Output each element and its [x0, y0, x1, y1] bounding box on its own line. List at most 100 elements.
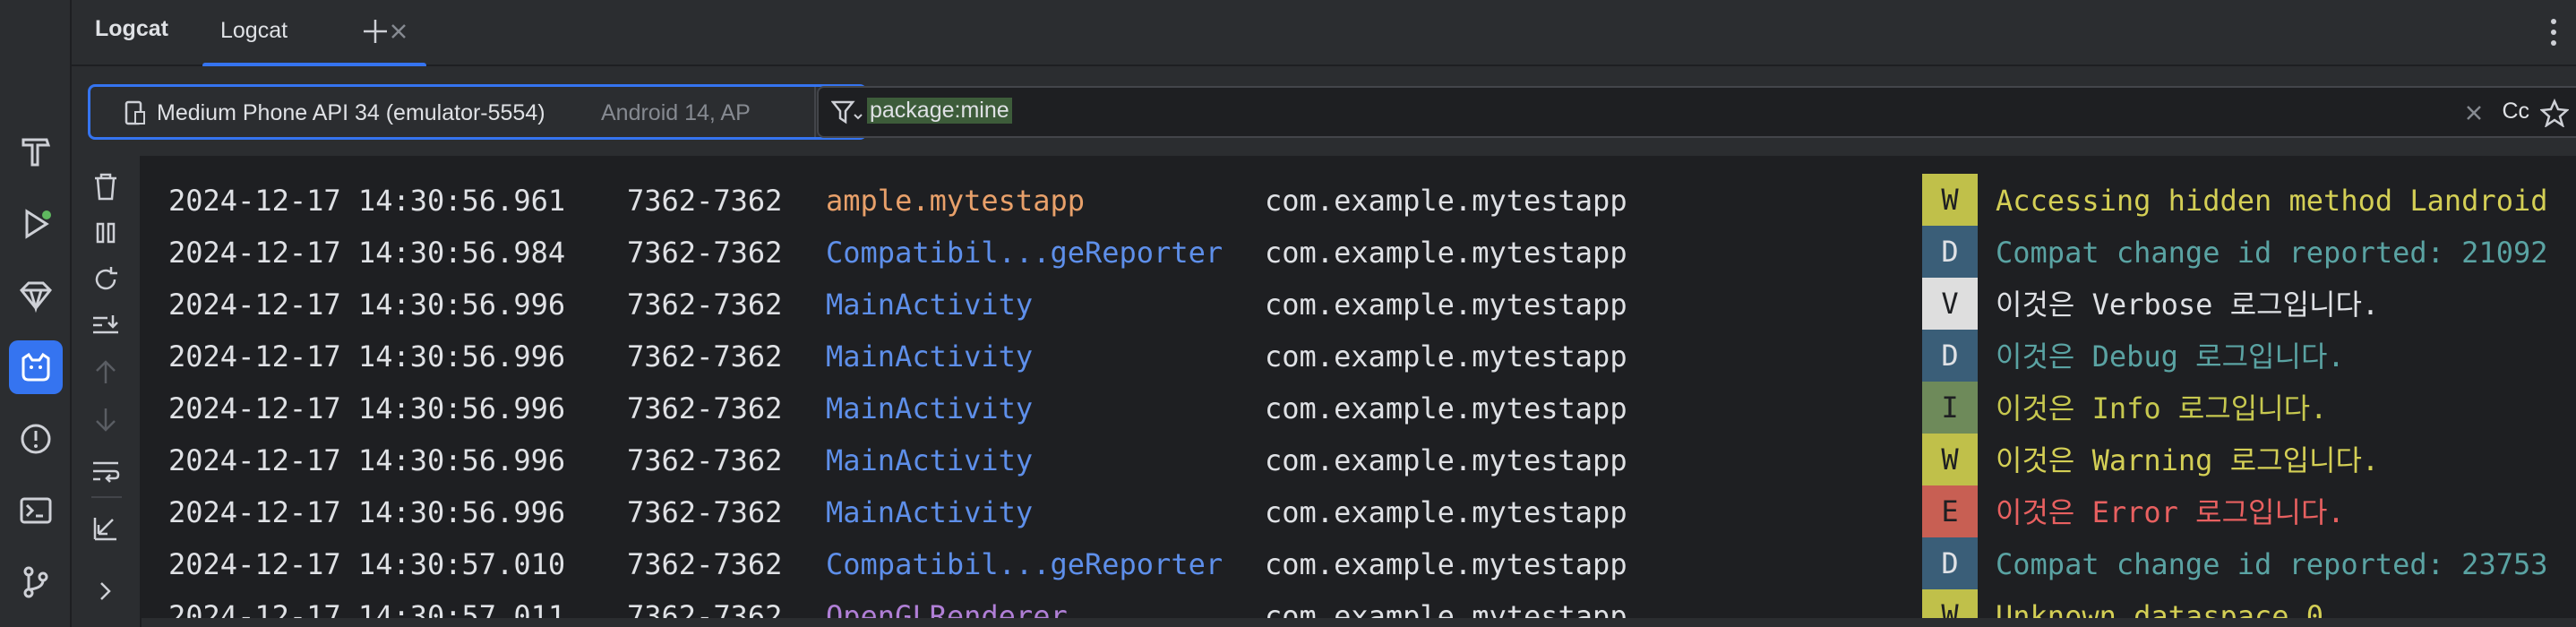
device-selector[interactable]: Medium Phone API 34 (emulator-5554) Andr…: [88, 84, 867, 140]
filter-icon[interactable]: [831, 99, 863, 127]
filter-input[interactable]: package:mine Cc: [817, 86, 2576, 138]
device-icon: [125, 100, 145, 125]
log-row[interactable]: 2024-12-17 14:30:56.996 7362-7362 MainActi…: [142, 485, 2576, 537]
log-tag: Compatibil...geReporter: [826, 236, 1224, 270]
star-icon[interactable]: [2540, 99, 2569, 127]
log-message: 이것은 Verbose 로그입니다.: [1996, 288, 2380, 322]
log-level-badge: D: [1922, 226, 1978, 278]
log-package: com.example.mytestapp: [1265, 599, 1627, 618]
up-arrow-icon[interactable]: [90, 356, 122, 389]
trash-icon[interactable]: [90, 170, 122, 202]
log-date: 2024-12-17 14:30:56.996: [168, 391, 566, 425]
run-icon[interactable]: [9, 197, 63, 251]
clear-icon[interactable]: [2465, 104, 2483, 122]
log-message: 이것은 Info 로그입니다.: [1996, 391, 2328, 425]
log-tag: MainActivity: [826, 495, 1034, 529]
log-tag: MainActivity: [826, 339, 1034, 374]
log-pid: 7362-7362: [627, 236, 783, 270]
log-message: Unknown dataspace 0: [1996, 599, 2324, 618]
log-package: com.example.mytestapp: [1265, 495, 1627, 529]
log-row[interactable]: 2024-12-17 14:30:56.996 7362-7362 MainActi…: [142, 382, 2576, 434]
add-tab-icon[interactable]: [360, 16, 391, 47]
log-message: 이것은 Warning 로그입니다.: [1996, 443, 2380, 477]
gem-icon[interactable]: [9, 269, 63, 322]
log-row[interactable]: 2024-12-17 14:30:57.011 7362-7362 OpenGLRe…: [142, 589, 2576, 618]
log-tag: ample.mytestapp: [826, 184, 1085, 218]
log-package: com.example.mytestapp: [1265, 547, 1627, 581]
log-date: 2024-12-17 14:30:56.984: [168, 236, 566, 270]
log-pid: 7362-7362: [627, 495, 783, 529]
match-case-toggle[interactable]: Cc: [2502, 99, 2529, 125]
log-date: 2024-12-17 14:30:56.996: [168, 339, 566, 374]
filter-query: package:mine: [867, 98, 1012, 124]
log-pid: 7362-7362: [627, 288, 783, 322]
log-package: com.example.mytestapp: [1265, 288, 1627, 322]
log-row[interactable]: 2024-12-17 14:30:56.996 7362-7362 MainActi…: [142, 330, 2576, 382]
log-date: 2024-12-17 14:30:57.011: [168, 599, 566, 618]
log-tag: MainActivity: [826, 288, 1034, 322]
log-tag: Compatibil...geReporter: [826, 547, 1224, 581]
tool-window-header: Logcat Logcat: [72, 0, 2576, 68]
log-level-badge: V: [1922, 278, 1978, 330]
git-branch-icon[interactable]: [9, 555, 63, 609]
log-date: 2024-12-17 14:30:56.996: [168, 288, 566, 322]
tool-window-title: Logcat: [95, 16, 168, 41]
log-tag: MainActivity: [826, 391, 1034, 425]
log-message: Compat change id reported: 21092: [1996, 236, 2548, 270]
log-date: 2024-12-17 14:30:56.961: [168, 184, 566, 218]
log-message: 이것은 Error 로그입니다.: [1996, 495, 2345, 529]
terminal-icon[interactable]: [9, 484, 63, 537]
log-date: 2024-12-17 14:30:56.996: [168, 495, 566, 529]
expand-chevron-icon[interactable]: [90, 575, 122, 607]
toolbar-separator: [91, 496, 122, 498]
log-date: 2024-12-17 14:30:56.996: [168, 443, 566, 477]
log-message: Compat change id reported: 23753: [1996, 547, 2548, 581]
log-row[interactable]: 2024-12-17 14:30:56.984 7362-7362 Compatib…: [142, 226, 2576, 278]
log-date: 2024-12-17 14:30:57.010: [168, 547, 566, 581]
log-package: com.example.mytestapp: [1265, 391, 1627, 425]
log-row[interactable]: 2024-12-17 14:30:57.010 7362-7362 Compatib…: [142, 537, 2576, 589]
log-row[interactable]: 2024-12-17 14:30:56.996 7362-7362 MainActi…: [142, 434, 2576, 485]
log-level-badge: W: [1922, 434, 1978, 485]
log-level-badge: E: [1922, 485, 1978, 537]
close-icon[interactable]: [389, 21, 408, 41]
problems-icon[interactable]: [9, 412, 63, 466]
soft-wrap-icon[interactable]: [90, 455, 122, 487]
tab-label: Logcat: [220, 18, 288, 43]
down-arrow-icon[interactable]: [90, 403, 122, 435]
log-level-badge: W: [1922, 174, 1978, 226]
log-level-badge: D: [1922, 537, 1978, 589]
log-pid: 7362-7362: [627, 443, 783, 477]
log-actions-toolbar: [72, 156, 142, 627]
log-pid: 7362-7362: [627, 339, 783, 374]
log-list[interactable]: 2024-12-17 14:30:56.961 7362-7362 ample.my…: [142, 156, 2576, 618]
device-subtitle: Android 14, AP: [601, 100, 751, 125]
log-package: com.example.mytestapp: [1265, 443, 1627, 477]
log-pid: 7362-7362: [627, 547, 783, 581]
scroll-to-end-icon[interactable]: [90, 310, 122, 342]
log-level-badge: D: [1922, 330, 1978, 382]
horizontal-scrollbar[interactable]: [142, 618, 2576, 627]
log-package: com.example.mytestapp: [1265, 339, 1627, 374]
logcat-toolbar: Medium Phone API 34 (emulator-5554) Andr…: [72, 66, 2576, 156]
log-row[interactable]: 2024-12-17 14:30:56.961 7362-7362 ample.my…: [142, 174, 2576, 226]
left-tool-strip: [0, 0, 72, 627]
hammer-icon[interactable]: [9, 124, 63, 177]
logcat-icon[interactable]: [9, 340, 63, 394]
log-tag: OpenGLRenderer: [826, 599, 1068, 618]
log-package: com.example.mytestapp: [1265, 236, 1627, 270]
log-message: Accessing hidden method Landroid: [1996, 184, 2548, 218]
log-row[interactable]: 2024-12-17 14:30:56.996 7362-7362 MainActi…: [142, 278, 2576, 330]
log-pid: 7362-7362: [627, 599, 783, 618]
log-pid: 7362-7362: [627, 391, 783, 425]
more-options-icon[interactable]: [2540, 16, 2567, 48]
restart-icon[interactable]: [90, 263, 122, 296]
pause-icon[interactable]: [90, 217, 122, 249]
tab-logcat[interactable]: Logcat: [202, 0, 426, 68]
log-pid: 7362-7362: [627, 184, 783, 218]
log-level-badge: W: [1922, 589, 1978, 618]
device-name: Medium Phone API 34 (emulator-5554): [157, 100, 545, 125]
log-level-badge: I: [1922, 382, 1978, 434]
collapse-icon[interactable]: [90, 511, 122, 543]
log-package: com.example.mytestapp: [1265, 184, 1627, 218]
